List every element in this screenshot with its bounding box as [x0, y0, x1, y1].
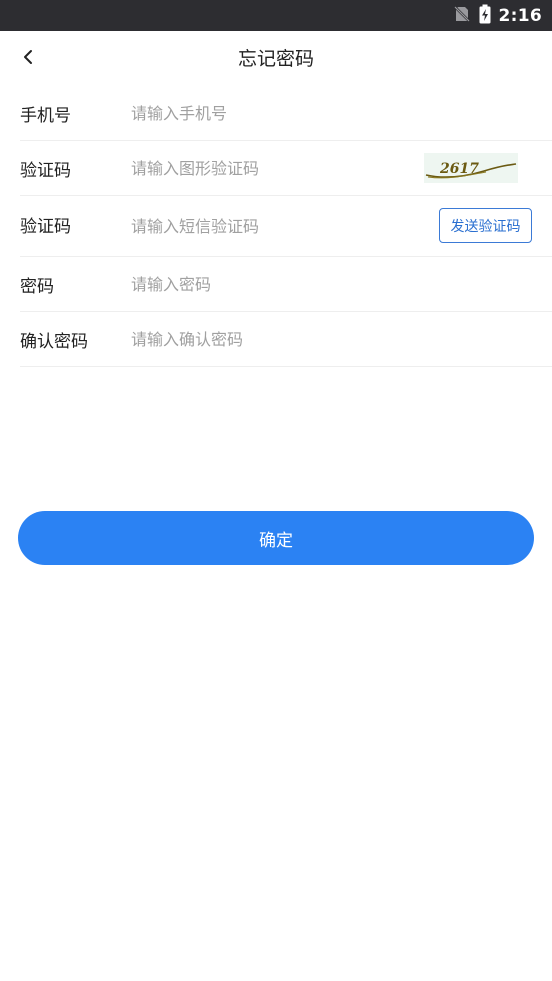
send-code-button[interactable]: 发送验证码: [439, 208, 532, 243]
battery-charging-icon: [479, 4, 491, 28]
status-bar: 2:16: [0, 0, 552, 31]
sms-code-label: 验证码: [20, 217, 71, 237]
phone-label: 手机号: [20, 105, 71, 126]
confirm-password-input[interactable]: [131, 324, 552, 354]
image-captcha-label: 验证码: [20, 160, 71, 181]
sms-code-row: 验证码 发送验证码: [20, 196, 552, 257]
reset-password-form: 手机号 验证码 2617 验证码 发送验证码 密码 确认密码: [20, 86, 552, 367]
captcha-image[interactable]: 2617: [424, 153, 518, 183]
password-row: 密码: [20, 257, 552, 312]
status-icons: 2:16: [453, 0, 542, 31]
confirm-password-row: 确认密码: [20, 312, 552, 367]
back-button[interactable]: [14, 45, 42, 73]
phone-row: 手机号: [20, 86, 552, 141]
captcha-text: 2617: [439, 161, 479, 177]
phone-input[interactable]: [131, 98, 552, 128]
no-sim-icon: [453, 5, 471, 27]
confirm-button[interactable]: 确定: [18, 511, 534, 565]
chevron-left-icon: [21, 48, 35, 70]
forgot-password-screen: 2:16 忘记密码 手机号 验证码 2617: [0, 0, 552, 981]
password-input[interactable]: [131, 269, 552, 299]
confirm-password-label: 确认密码: [20, 331, 88, 352]
status-time: 2:16: [498, 5, 542, 26]
password-label: 密码: [20, 276, 54, 297]
header: 忘记密码: [0, 31, 552, 87]
page-title: 忘记密码: [237, 48, 314, 70]
image-captcha-row: 验证码 2617: [20, 141, 552, 196]
